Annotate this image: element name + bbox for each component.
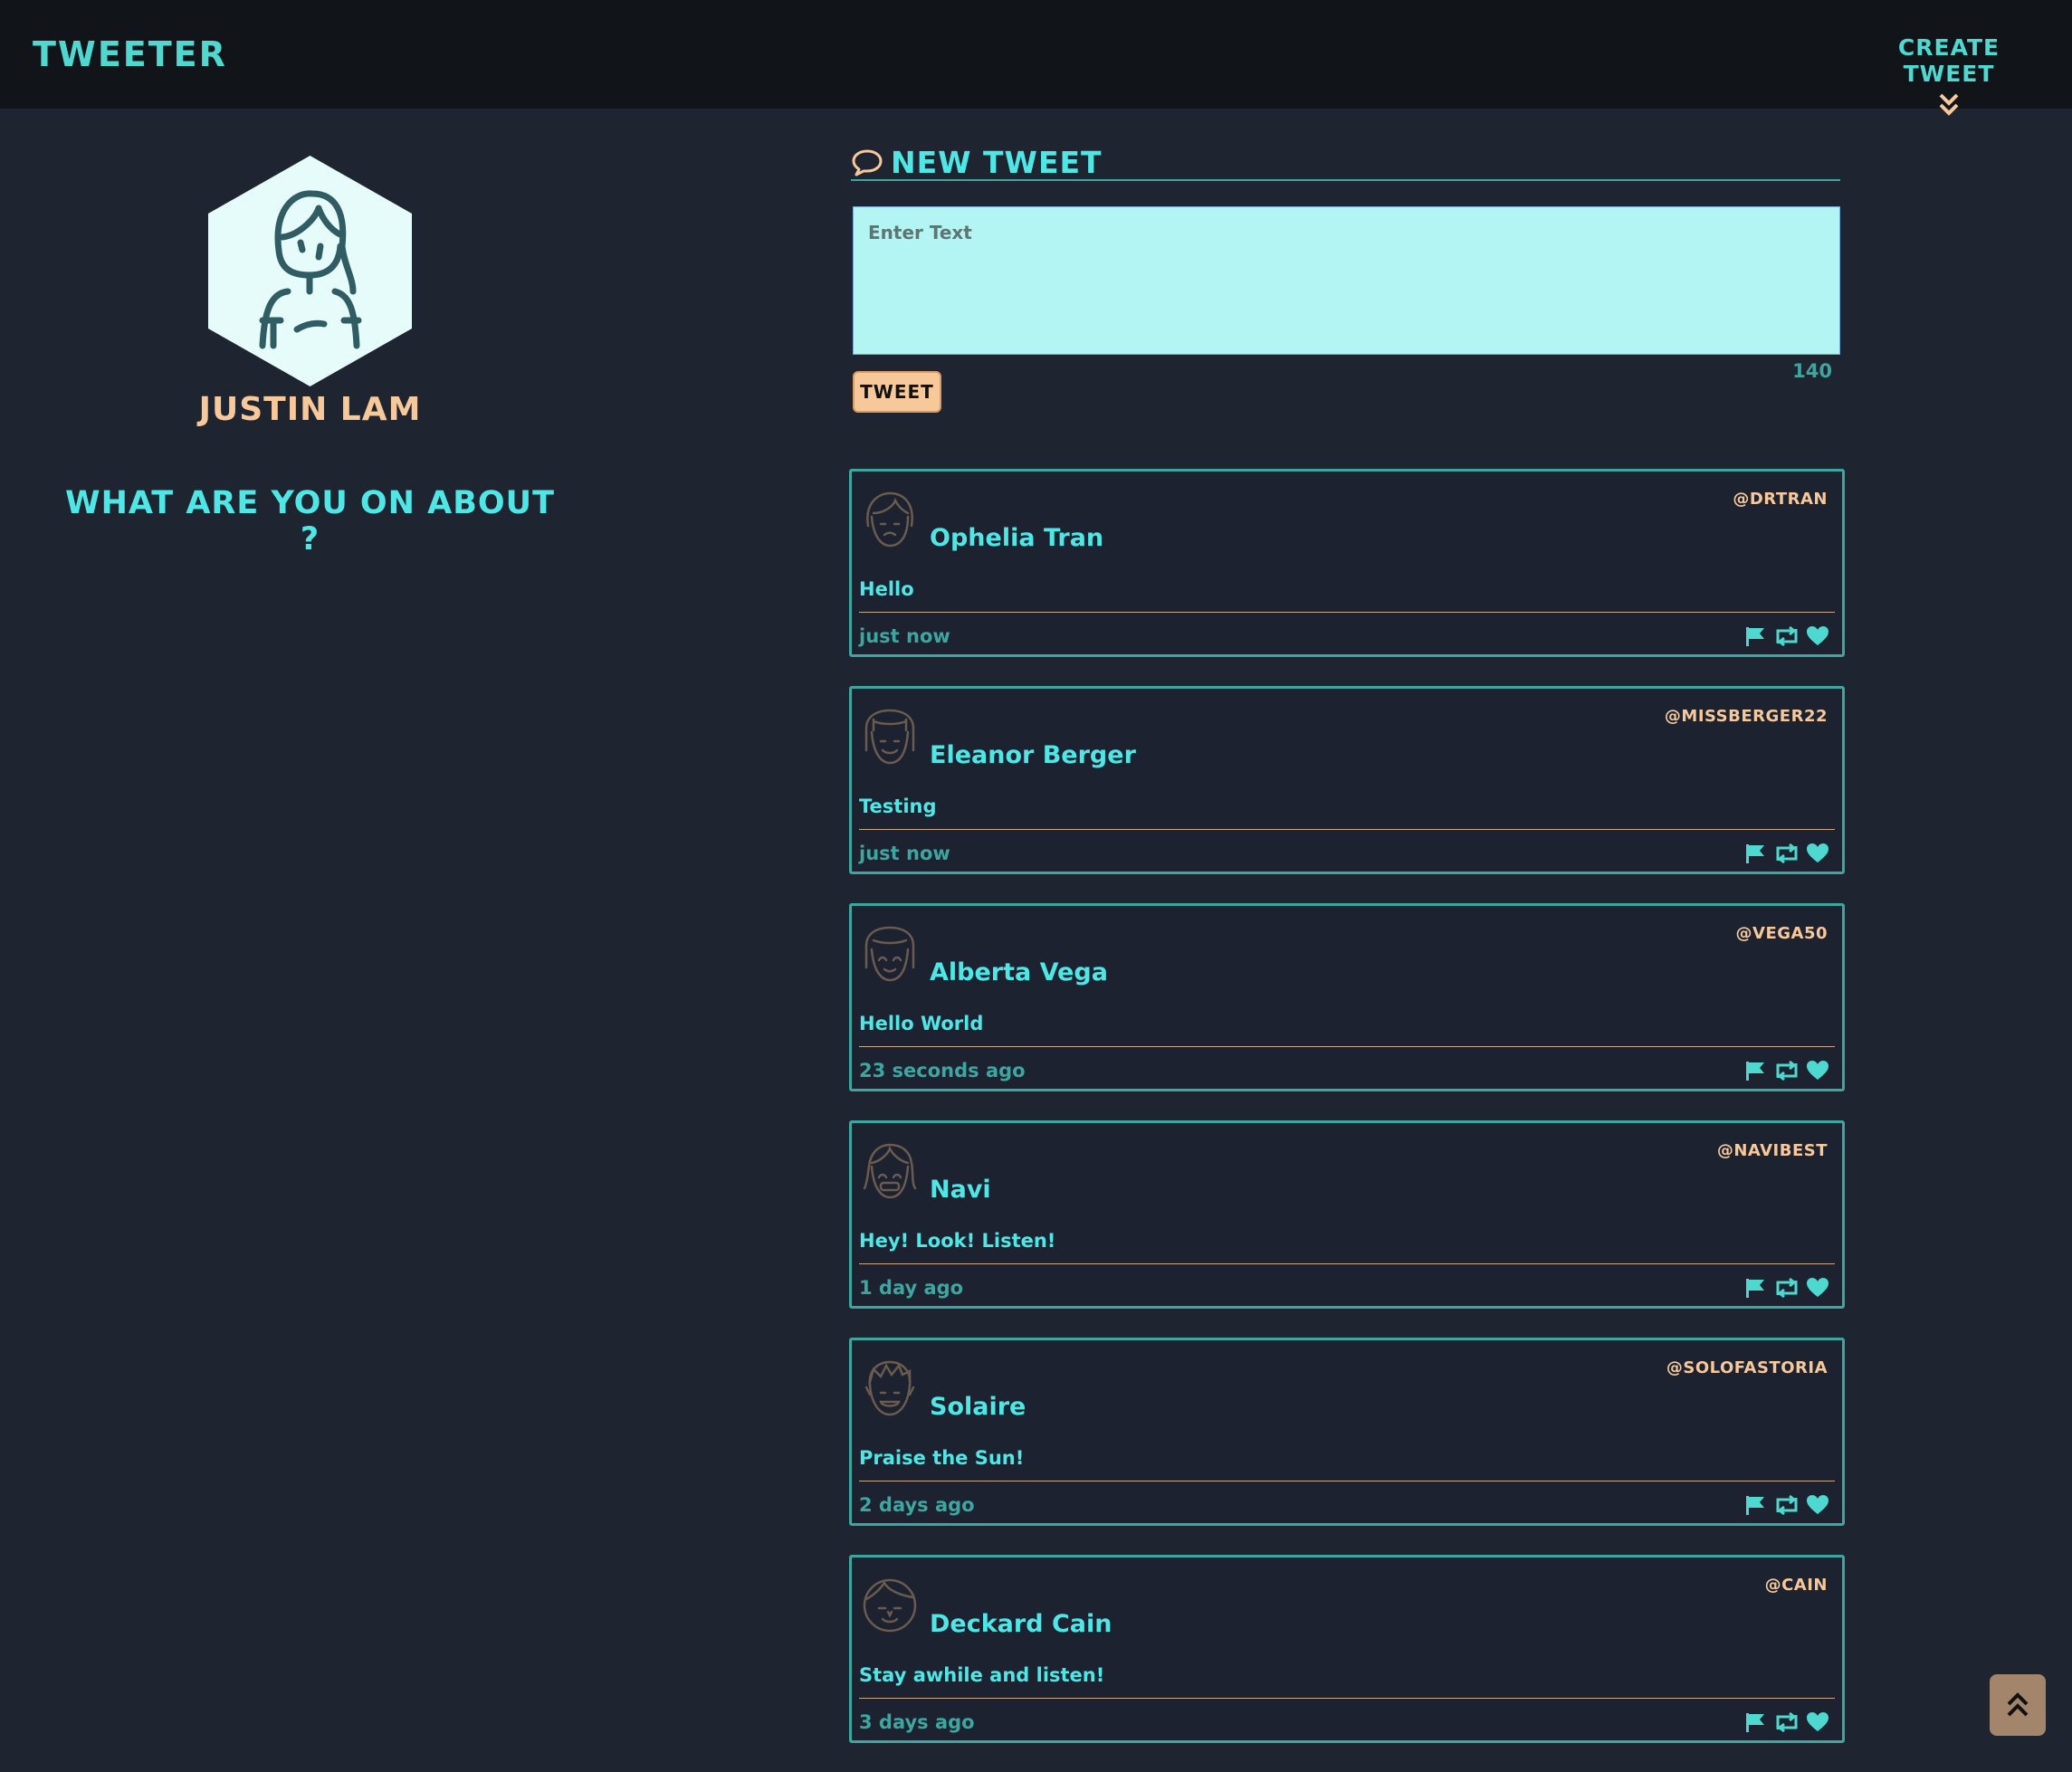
- tweet-divider: [859, 1263, 1835, 1264]
- profile-avatar: [208, 156, 412, 386]
- user-avatar-icon: [863, 1578, 917, 1633]
- tweet-handle[interactable]: @cain: [1765, 1576, 1828, 1595]
- user-avatar-icon: [866, 491, 913, 548]
- tweet-actions: [1744, 1494, 1829, 1520]
- tweet-content: Hello World: [859, 1013, 984, 1034]
- tweet-button[interactable]: Tweet: [853, 371, 941, 413]
- tweet-timestamp: 2 days ago: [859, 1494, 975, 1516]
- brand-logo[interactable]: Tweeter: [33, 34, 227, 74]
- tweet-actions: [1744, 1277, 1829, 1302]
- user-avatar-icon: [864, 1360, 915, 1416]
- tweet-author-name: Solaire: [930, 1393, 1026, 1421]
- tweet-handle[interactable]: @drtran: [1733, 490, 1828, 509]
- tweet-feed: Ophelia Tran @drtran Hello just now Elea…: [849, 469, 1845, 1772]
- retweet-icon[interactable]: [1773, 843, 1800, 868]
- tweet-handle[interactable]: @missberger22: [1665, 707, 1828, 726]
- retweet-icon[interactable]: [1773, 1277, 1800, 1302]
- compose-header: New Tweet: [851, 145, 1840, 181]
- tweet-author-name: Alberta Vega: [930, 958, 1108, 986]
- tweet-actions: [1744, 1060, 1829, 1085]
- tweet-author-name: Ophelia Tran: [930, 524, 1104, 552]
- compose-title: New Tweet: [891, 145, 1103, 180]
- tweet-divider: [859, 1698, 1835, 1699]
- heart-icon[interactable]: [1806, 1711, 1829, 1737]
- retweet-icon[interactable]: [1773, 1494, 1800, 1520]
- tweet-content: Praise the Sun!: [859, 1447, 1025, 1469]
- double-chevron-up-icon: [2007, 1692, 2029, 1717]
- retweet-icon[interactable]: [1773, 625, 1800, 651]
- tweet-author-name: Navi: [930, 1176, 991, 1204]
- speech-bubble-icon: [852, 149, 883, 176]
- profile-name: Justin Lam: [198, 391, 422, 428]
- user-avatar-icon: [864, 709, 915, 765]
- user-avatar-icon: [864, 926, 915, 982]
- retweet-icon[interactable]: [1773, 1711, 1800, 1737]
- heart-icon[interactable]: [1806, 1277, 1829, 1302]
- heart-icon[interactable]: [1806, 1494, 1829, 1520]
- tweet-actions: [1744, 625, 1829, 651]
- character-counter: 140: [1792, 360, 1832, 382]
- flag-icon[interactable]: [1744, 1711, 1768, 1737]
- tweet-timestamp: just now: [859, 625, 950, 647]
- flag-icon[interactable]: [1744, 625, 1768, 651]
- tweet-content: Hello: [859, 578, 914, 600]
- tweet-card: Deckard Cain @cain Stay awhile and liste…: [849, 1555, 1845, 1743]
- flag-icon[interactable]: [1744, 1494, 1768, 1520]
- tweet-handle[interactable]: @navibest: [1717, 1141, 1828, 1160]
- heart-icon[interactable]: [1806, 843, 1829, 868]
- tweet-timestamp: 23 seconds ago: [859, 1060, 1026, 1081]
- scroll-top-button[interactable]: [1990, 1674, 2046, 1736]
- double-chevron-down-icon: [1939, 93, 1959, 116]
- tweet-timestamp: just now: [859, 843, 950, 864]
- tweet-card: Ophelia Tran @drtran Hello just now: [849, 469, 1845, 657]
- tweet-handle[interactable]: @solofastoria: [1666, 1358, 1828, 1377]
- tweet-card: Navi @navibest Hey! Look! Listen! 1 day …: [849, 1120, 1845, 1309]
- tweet-timestamp: 1 day ago: [859, 1277, 964, 1299]
- tweet-card: Solaire @solofastoria Praise the Sun! 2 …: [849, 1338, 1845, 1526]
- tweet-divider: [859, 612, 1835, 613]
- create-tweet-button[interactable]: Create Tweet: [1858, 34, 2039, 118]
- tweet-content: Stay awhile and listen!: [859, 1664, 1105, 1686]
- tweet-author-name: Eleanor Berger: [930, 741, 1136, 769]
- tweet-timestamp: 3 days ago: [859, 1711, 975, 1733]
- tweet-actions: [1744, 843, 1829, 868]
- tweet-input[interactable]: [853, 206, 1840, 355]
- tweet-divider: [859, 1046, 1835, 1047]
- heart-icon[interactable]: [1806, 625, 1829, 651]
- tweet-card: Eleanor Berger @missberger22 Testing jus…: [849, 686, 1845, 874]
- flag-icon[interactable]: [1744, 843, 1768, 868]
- flag-icon[interactable]: [1744, 1060, 1768, 1085]
- tweet-actions: [1744, 1711, 1829, 1737]
- user-avatar-icon: [863, 1143, 917, 1199]
- tweet-content: Hey! Look! Listen!: [859, 1230, 1056, 1252]
- tweet-author-name: Deckard Cain: [930, 1610, 1112, 1638]
- top-nav: Tweeter Create Tweet: [0, 0, 2072, 116]
- tweet-card: Alberta Vega @vega50 Hello World 23 seco…: [849, 903, 1845, 1091]
- retweet-icon[interactable]: [1773, 1060, 1800, 1085]
- heart-icon[interactable]: [1806, 1060, 1829, 1085]
- flag-icon[interactable]: [1744, 1277, 1768, 1302]
- tweet-divider: [859, 829, 1835, 830]
- tweet-content: Testing: [859, 795, 937, 817]
- profile-tagline: What are you on about ?: [65, 485, 555, 557]
- tweet-handle[interactable]: @vega50: [1736, 924, 1828, 943]
- create-tweet-label: Create Tweet: [1897, 34, 2000, 87]
